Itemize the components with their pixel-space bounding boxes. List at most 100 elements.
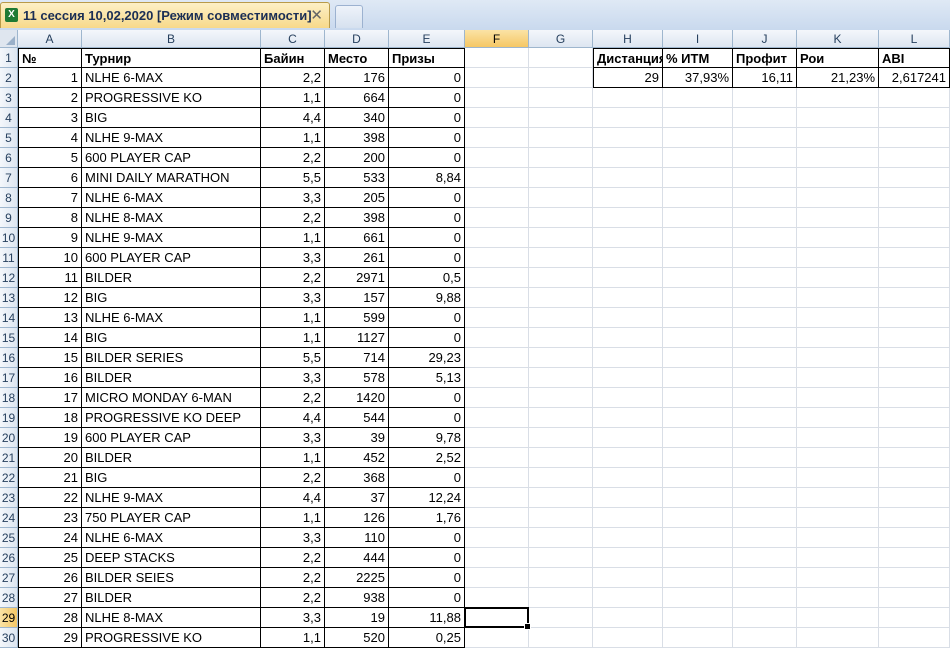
row-header[interactable]: 26 <box>0 548 18 568</box>
grid-cell[interactable] <box>733 308 797 328</box>
grid-cell[interactable] <box>797 108 879 128</box>
grid-cell[interactable] <box>733 448 797 468</box>
table-cell[interactable]: 0 <box>389 148 465 168</box>
table-cell[interactable]: 0 <box>389 568 465 588</box>
summary-value-cell[interactable]: 37,93% <box>663 68 733 88</box>
grid-cell[interactable] <box>733 568 797 588</box>
grid-cell[interactable] <box>593 168 663 188</box>
row-header[interactable]: 28 <box>0 588 18 608</box>
row-header[interactable]: 9 <box>0 208 18 228</box>
grid-cell[interactable] <box>797 408 879 428</box>
summary-value-cell[interactable]: 21,23% <box>797 68 879 88</box>
table-header-cell[interactable]: Турнир <box>82 48 261 68</box>
grid-cell[interactable] <box>529 328 593 348</box>
grid-cell[interactable] <box>879 288 950 308</box>
new-tab-button[interactable] <box>335 5 363 28</box>
table-cell[interactable]: 3,3 <box>261 288 325 308</box>
table-cell[interactable]: BILDER <box>82 368 261 388</box>
table-cell[interactable]: BILDER SERIES <box>82 348 261 368</box>
table-cell[interactable]: 12 <box>18 288 82 308</box>
grid-cell[interactable] <box>529 388 593 408</box>
grid-cell[interactable] <box>465 308 529 328</box>
row-header[interactable]: 21 <box>0 448 18 468</box>
table-cell[interactable]: 0 <box>389 468 465 488</box>
table-cell[interactable]: 3,3 <box>261 428 325 448</box>
table-cell[interactable]: BIG <box>82 328 261 348</box>
grid-cell[interactable] <box>733 348 797 368</box>
grid-cell[interactable] <box>879 308 950 328</box>
summary-value-cell[interactable]: 16,11 <box>733 68 797 88</box>
grid-cell[interactable] <box>529 468 593 488</box>
grid-cell[interactable] <box>663 388 733 408</box>
grid-cell[interactable] <box>797 428 879 448</box>
grid-cell[interactable] <box>663 228 733 248</box>
table-cell[interactable]: PROGRESSIVE KO <box>82 88 261 108</box>
table-cell[interactable]: 444 <box>325 548 389 568</box>
row-header[interactable]: 7 <box>0 168 18 188</box>
table-cell[interactable]: 3,3 <box>261 368 325 388</box>
table-cell[interactable]: 5,13 <box>389 368 465 388</box>
table-cell[interactable]: 9,88 <box>389 288 465 308</box>
grid-cell[interactable] <box>879 608 950 628</box>
table-cell[interactable]: NLHE 9-MAX <box>82 228 261 248</box>
grid-cell[interactable] <box>797 288 879 308</box>
table-cell[interactable]: 0 <box>389 328 465 348</box>
table-header-cell[interactable]: Байин <box>261 48 325 68</box>
table-cell[interactable]: BIG <box>82 468 261 488</box>
column-header-c[interactable]: C <box>261 30 325 48</box>
grid-cell[interactable] <box>663 428 733 448</box>
table-cell[interactable]: 18 <box>18 408 82 428</box>
table-cell[interactable]: 37 <box>325 488 389 508</box>
table-cell[interactable]: 3,3 <box>261 528 325 548</box>
table-cell[interactable]: NLHE 6-MAX <box>82 68 261 88</box>
grid-cell[interactable] <box>797 528 879 548</box>
table-cell[interactable]: 2,2 <box>261 588 325 608</box>
grid-cell[interactable] <box>465 368 529 388</box>
summary-header-cell[interactable]: % ИТМ <box>663 48 733 68</box>
row-header[interactable]: 4 <box>0 108 18 128</box>
table-cell[interactable]: 261 <box>325 248 389 268</box>
grid-cell[interactable] <box>663 568 733 588</box>
grid-cell[interactable] <box>879 488 950 508</box>
grid-cell[interactable] <box>663 528 733 548</box>
grid-cell[interactable] <box>593 108 663 128</box>
row-header[interactable]: 11 <box>0 248 18 268</box>
table-cell[interactable]: 2,52 <box>389 448 465 468</box>
grid-cell[interactable] <box>465 388 529 408</box>
table-cell[interactable]: 2,2 <box>261 268 325 288</box>
table-cell[interactable]: 0 <box>389 388 465 408</box>
table-cell[interactable]: 19 <box>325 608 389 628</box>
grid-cell[interactable] <box>797 188 879 208</box>
table-cell[interactable]: 0 <box>389 308 465 328</box>
table-cell[interactable]: 2,2 <box>261 208 325 228</box>
table-cell[interactable]: 1,1 <box>261 128 325 148</box>
table-cell[interactable]: 2 <box>18 88 82 108</box>
grid-cell[interactable] <box>663 468 733 488</box>
grid-cell[interactable] <box>465 188 529 208</box>
grid-cell[interactable] <box>529 428 593 448</box>
grid-cell[interactable] <box>663 508 733 528</box>
grid-cell[interactable] <box>529 188 593 208</box>
grid-cell[interactable] <box>879 108 950 128</box>
grid-cell[interactable] <box>733 628 797 648</box>
grid-cell[interactable] <box>593 128 663 148</box>
table-header-cell[interactable]: Место <box>325 48 389 68</box>
grid-cell[interactable] <box>733 388 797 408</box>
grid-cell[interactable] <box>797 448 879 468</box>
grid-cell[interactable] <box>733 328 797 348</box>
table-cell[interactable]: 0 <box>389 108 465 128</box>
table-cell[interactable]: 0 <box>389 528 465 548</box>
table-cell[interactable]: 3,3 <box>261 188 325 208</box>
grid-cell[interactable] <box>797 208 879 228</box>
table-cell[interactable]: BILDER <box>82 268 261 288</box>
grid-cell[interactable] <box>797 88 879 108</box>
table-cell[interactable]: 14 <box>18 328 82 348</box>
grid-cell[interactable] <box>529 628 593 648</box>
grid-cell[interactable] <box>797 548 879 568</box>
grid-cell[interactable] <box>733 488 797 508</box>
table-cell[interactable]: PROGRESSIVE KO DEEP <box>82 408 261 428</box>
grid-cell[interactable] <box>879 628 950 648</box>
grid-cell[interactable] <box>879 228 950 248</box>
grid-cell[interactable] <box>797 328 879 348</box>
grid-cell[interactable] <box>879 88 950 108</box>
